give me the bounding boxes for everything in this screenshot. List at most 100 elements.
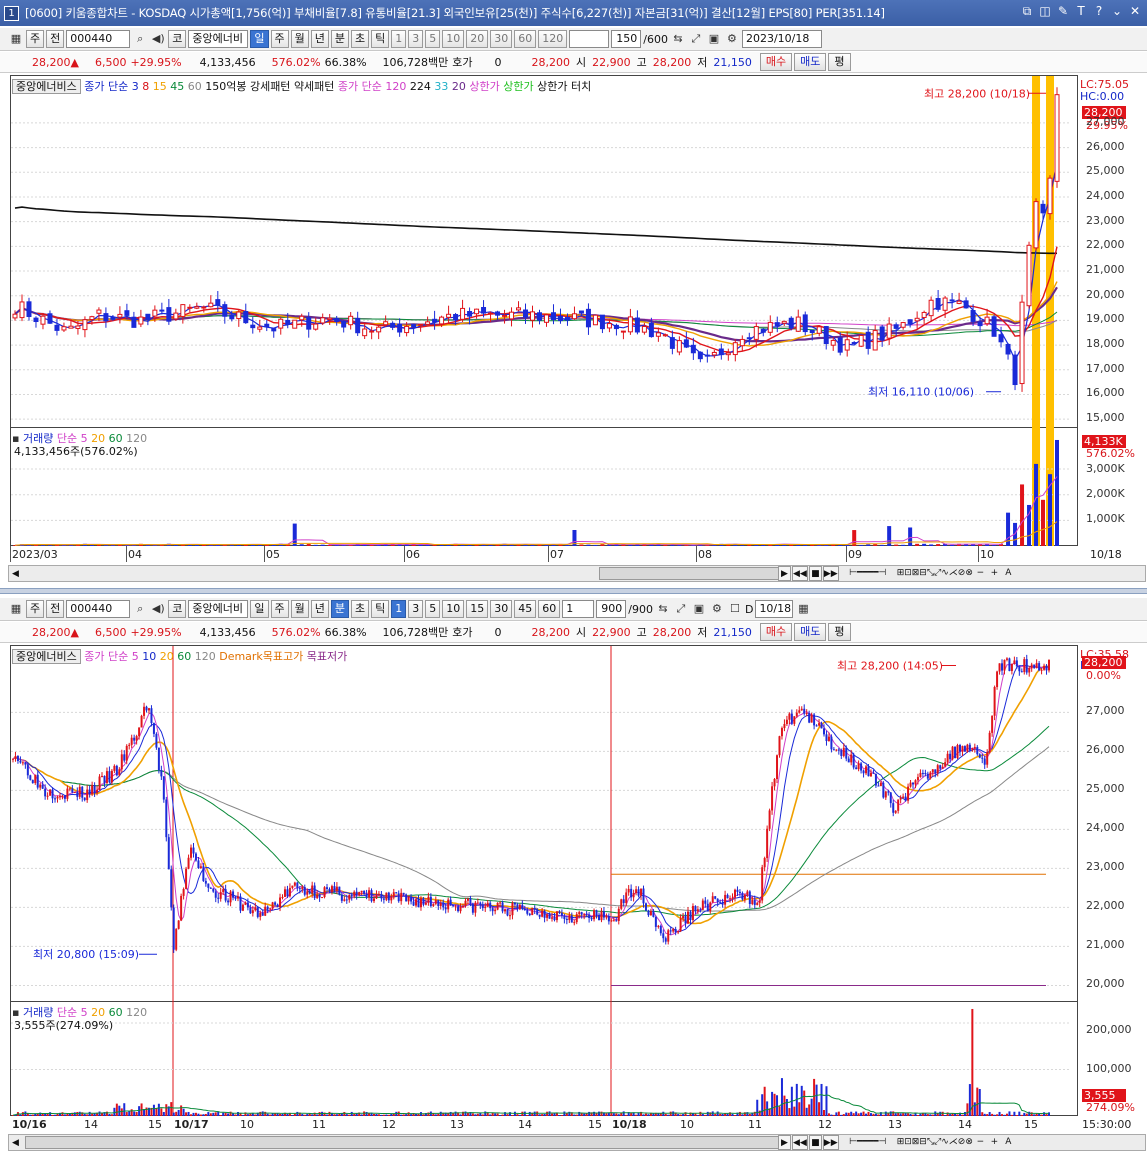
zoom-out-icon[interactable]: − <box>974 566 987 581</box>
speaker-icon[interactable]: ◀) <box>150 31 166 47</box>
bottom-interval-30[interactable]: 30 <box>490 600 513 618</box>
b-tools-icon[interactable]: ⊞⊡⊠⊟⤡⤢∿⋌⊘⊗ <box>897 1135 973 1150</box>
period-second[interactable]: 초 <box>351 30 370 48</box>
interval-120[interactable]: 120 <box>538 30 568 48</box>
period-year[interactable]: 년 <box>310 30 329 48</box>
bottom-interval-select[interactable]: 1 <box>562 600 595 618</box>
top-scroll-thumb[interactable] <box>599 567 784 580</box>
bottom-interval-15[interactable]: 15 <box>466 600 489 618</box>
compare-icon[interactable]: ⇆ <box>670 31 686 47</box>
bottom-prev-button[interactable]: 전 <box>46 600 65 618</box>
interval-select[interactable] <box>569 30 610 48</box>
bottom-scroll-thumb[interactable] <box>25 1136 783 1149</box>
bottom-period-day[interactable]: 일 <box>250 600 269 618</box>
bottom-panel-icon[interactable]: ▦ <box>8 601 24 617</box>
bottom-interval-60[interactable]: 60 <box>538 600 561 618</box>
bottom-sell-button[interactable]: 매도 <box>794 623 827 641</box>
bottom-code-input[interactable]: 000440 <box>66 600 131 618</box>
interval-30[interactable]: 30 <box>490 30 513 48</box>
pin-icon[interactable]: ✎ <box>1057 4 1069 19</box>
interval-20[interactable]: 20 <box>466 30 489 48</box>
speed-slider[interactable]: ⊢━━━━⊣ <box>840 566 896 581</box>
bottom-period-second[interactable]: 초 <box>351 600 370 618</box>
font-icon[interactable]: A <box>1002 566 1015 581</box>
interval-3[interactable]: 3 <box>408 30 424 48</box>
bottom-period-week[interactable]: 주 <box>270 600 289 618</box>
bottom-period-minute[interactable]: 분 <box>330 600 349 618</box>
bottom-count-input[interactable]: 900 <box>596 600 627 618</box>
draw-icon[interactable]: ⤢ <box>688 31 704 47</box>
bottom-interval-5[interactable]: 5 <box>425 600 441 618</box>
zoom-in-icon[interactable]: + <box>988 566 1001 581</box>
prev-button[interactable]: 전 <box>46 30 65 48</box>
bottom-interval-1[interactable]: 1 <box>391 600 407 618</box>
bottom-gear-icon[interactable]: ⚙ <box>709 601 725 617</box>
period-month[interactable]: 월 <box>290 30 309 48</box>
top-volume-chart[interactable] <box>10 428 1078 546</box>
mode-select[interactable]: 주 <box>26 30 45 48</box>
b-zoom-out-icon[interactable]: − <box>974 1135 987 1150</box>
scroll-right-icon[interactable]: ▶ <box>778 566 791 581</box>
minimize-icon[interactable]: ⌄ <box>1111 4 1123 19</box>
period-minute[interactable]: 분 <box>330 30 349 48</box>
b-scroll-right-icon[interactable]: ▶ <box>778 1135 791 1150</box>
buy-button[interactable]: 매수 <box>759 53 793 71</box>
panel-icon[interactable]: ▦ <box>8 31 24 47</box>
b-font-icon[interactable]: A <box>1002 1135 1015 1150</box>
d-checkbox[interactable]: ☐ <box>727 601 743 617</box>
bottom-draw-icon[interactable]: ⤢ <box>673 601 689 617</box>
interval-10[interactable]: 10 <box>442 30 465 48</box>
interval-60[interactable]: 60 <box>514 30 537 48</box>
bottom-eval-button[interactable]: 평 <box>828 623 851 641</box>
bottom-volume-chart[interactable] <box>10 1002 1078 1116</box>
b-play-back-icon[interactable]: ◀◀ <box>792 1135 808 1150</box>
bottom-compare-icon[interactable]: ⇆ <box>655 601 671 617</box>
bottom-period-year[interactable]: 년 <box>310 600 329 618</box>
interval-1[interactable]: 1 <box>391 30 407 48</box>
count-input[interactable]: 150 <box>611 30 642 48</box>
bottom-buy-button[interactable]: 매수 <box>759 623 793 641</box>
stock-name-field[interactable]: 중앙에너비 <box>188 30 249 48</box>
tools-icon[interactable]: ⊞⊡⊠⊟⤡⤢∿⋌⊘⊗ <box>897 566 973 581</box>
b-stop-icon[interactable]: ■ <box>808 1135 822 1150</box>
period-tick[interactable]: 틱 <box>371 30 390 48</box>
gear-icon[interactable]: ⚙ <box>724 31 740 47</box>
eval-button[interactable]: 평 <box>828 53 851 71</box>
search-icon[interactable]: ⌕ <box>132 31 148 47</box>
restore-icon[interactable]: ⧉ <box>1021 4 1033 19</box>
save-icon[interactable]: ▣ <box>706 31 722 47</box>
bottom-interval-10[interactable]: 10 <box>442 600 465 618</box>
bottom-interval-3[interactable]: 3 <box>408 600 424 618</box>
market-button[interactable]: 코 <box>168 30 187 48</box>
scroll-left-icon[interactable]: ◀ <box>12 569 19 579</box>
bottom-save-icon[interactable]: ▣ <box>691 601 707 617</box>
code-input[interactable]: 000440 <box>66 30 131 48</box>
date-input[interactable]: 2023/10/18 <box>741 30 822 48</box>
b-scroll-left-icon[interactable]: ◀ <box>12 1138 19 1148</box>
top-price-chart[interactable]: 최고 28,200 (10/18) 최저 16,110 (10/06) <box>10 75 1078 429</box>
period-day[interactable]: 일 <box>250 30 269 48</box>
play-back-icon[interactable]: ◀◀ <box>792 566 808 581</box>
b-play-forward-icon[interactable]: ▶▶ <box>822 1135 839 1150</box>
bottom-stock-name-field[interactable]: 중앙에너비 <box>188 600 249 618</box>
stop-icon[interactable]: ■ <box>808 566 822 581</box>
play-forward-icon[interactable]: ▶▶ <box>822 566 839 581</box>
b-legend-stock-name[interactable]: 중앙에너비스 <box>12 649 81 664</box>
bottom-search-icon[interactable]: ⌕ <box>132 601 148 617</box>
calendar-icon[interactable]: ▦ <box>795 601 811 617</box>
legend-stock-name[interactable]: 중앙에너비스 <box>12 79 81 94</box>
b-speed-slider[interactable]: ⊢━━━━⊣ <box>840 1135 896 1150</box>
period-week[interactable]: 주 <box>270 30 289 48</box>
b-zoom-in-icon[interactable]: + <box>988 1135 1001 1150</box>
bottom-speaker-icon[interactable]: ◀) <box>150 601 166 617</box>
text-icon[interactable]: T <box>1075 4 1087 19</box>
split-icon[interactable]: ◫ <box>1039 4 1051 19</box>
bottom-mode-select[interactable]: 주 <box>26 600 45 618</box>
sell-button[interactable]: 매도 <box>794 53 827 71</box>
bottom-period-month[interactable]: 월 <box>290 600 309 618</box>
help-icon[interactable]: ? <box>1093 4 1105 19</box>
bottom-market-button[interactable]: 코 <box>168 600 187 618</box>
bottom-interval-45[interactable]: 45 <box>514 600 537 618</box>
bottom-date-input[interactable]: 10/18 <box>755 600 794 618</box>
panel-splitter[interactable] <box>0 588 1147 594</box>
